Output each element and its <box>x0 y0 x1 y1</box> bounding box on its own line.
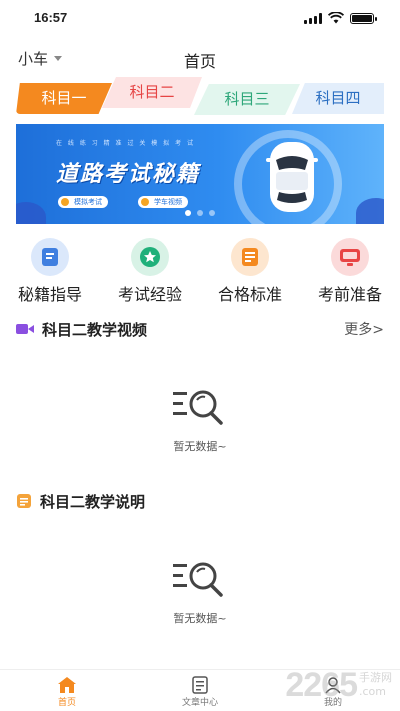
list-icon <box>17 494 31 508</box>
tab-subject-4[interactable]: 科目四 <box>292 83 384 114</box>
status-icons <box>304 12 377 24</box>
video-section-header: 科目二教学视频 更多> <box>16 318 384 340</box>
quick-link-label: 考前准备 <box>317 285 382 304</box>
empty-text: 暂无数据~ <box>173 440 227 453</box>
quick-link-label: 秘籍指导 <box>17 285 82 304</box>
article-icon <box>192 676 208 694</box>
quick-link-guide[interactable]: 秘籍指导 <box>0 238 100 305</box>
home-icon <box>58 677 76 693</box>
empty-text: 暂无数据~ <box>173 612 227 625</box>
watermark-side: 手游网 .com <box>359 671 392 699</box>
battery-icon <box>350 12 377 24</box>
promo-banner[interactable]: 在 线 练 习 精 准 过 关 模 拟 考 试 道路考试秘籍 模拟考试 学车视频 <box>16 124 384 224</box>
tab-subject-1[interactable]: 科目一 <box>16 83 112 114</box>
page-title: 首页 <box>183 52 216 71</box>
car-icon <box>266 142 318 212</box>
tab-label: 文章中心 <box>181 698 218 708</box>
watermark-domain: .com <box>359 685 386 698</box>
carousel-dots[interactable] <box>16 210 384 216</box>
guide-section-title: 科目二教学说明 <box>40 492 146 511</box>
quick-link-standard[interactable]: 合格标准 <box>200 238 300 305</box>
empty-search-icon <box>173 390 223 425</box>
guide-section-header: 科目二教学说明 <box>16 490 384 512</box>
video-icon <box>16 324 34 334</box>
quick-link-label: 合格标准 <box>217 285 282 304</box>
book-icon <box>31 238 69 276</box>
watermark-number: 2265 <box>285 665 358 704</box>
tab-label: 首页 <box>57 698 76 708</box>
carousel-dot[interactable] <box>185 210 191 216</box>
tab-subject-2[interactable]: 科目二 <box>102 77 202 108</box>
carousel-dot[interactable] <box>197 210 203 216</box>
watermark-side-text: 手游网 <box>359 671 392 684</box>
subject-tabs: 科目一 科目二 科目三 科目四 <box>16 77 384 115</box>
tab-home[interactable]: 首页 <box>27 675 107 708</box>
quick-links: 秘籍指导 考试经验 合格标准 考前准备 <box>0 238 400 305</box>
quick-link-experience[interactable]: 考试经验 <box>100 238 200 305</box>
monitor-icon <box>331 238 369 276</box>
banner-pill-mock-exam: 模拟考试 <box>58 196 108 208</box>
banner-headline: 道路考试秘籍 <box>56 162 201 187</box>
document-icon <box>231 238 269 276</box>
video-section-title: 科目二教学视频 <box>42 320 148 339</box>
status-bar: 16:57 <box>0 0 400 36</box>
status-time: 16:57 <box>34 10 68 25</box>
wifi-icon <box>328 12 344 24</box>
banner-tagline: 在 线 练 习 精 准 过 关 模 拟 考 试 <box>56 140 195 147</box>
star-badge-icon <box>131 238 169 276</box>
quick-link-label: 考试经验 <box>117 285 182 304</box>
signal-icon <box>304 12 322 24</box>
empty-search-icon <box>173 562 223 597</box>
video-empty-state: 暂无数据~ <box>0 386 400 454</box>
watermark-logo: 2265 手游网 .com <box>285 665 392 705</box>
more-link[interactable]: 更多> <box>344 319 384 339</box>
header: 小车 首页 <box>0 44 400 74</box>
quick-link-prep[interactable]: 考前准备 <box>300 238 400 305</box>
tab-subject-3[interactable]: 科目三 <box>194 84 300 115</box>
guide-empty-state: 暂无数据~ <box>0 558 400 626</box>
banner-pill-video: 学车视频 <box>138 196 188 208</box>
carousel-dot[interactable] <box>209 210 215 216</box>
tab-articles[interactable]: 文章中心 <box>160 675 240 708</box>
